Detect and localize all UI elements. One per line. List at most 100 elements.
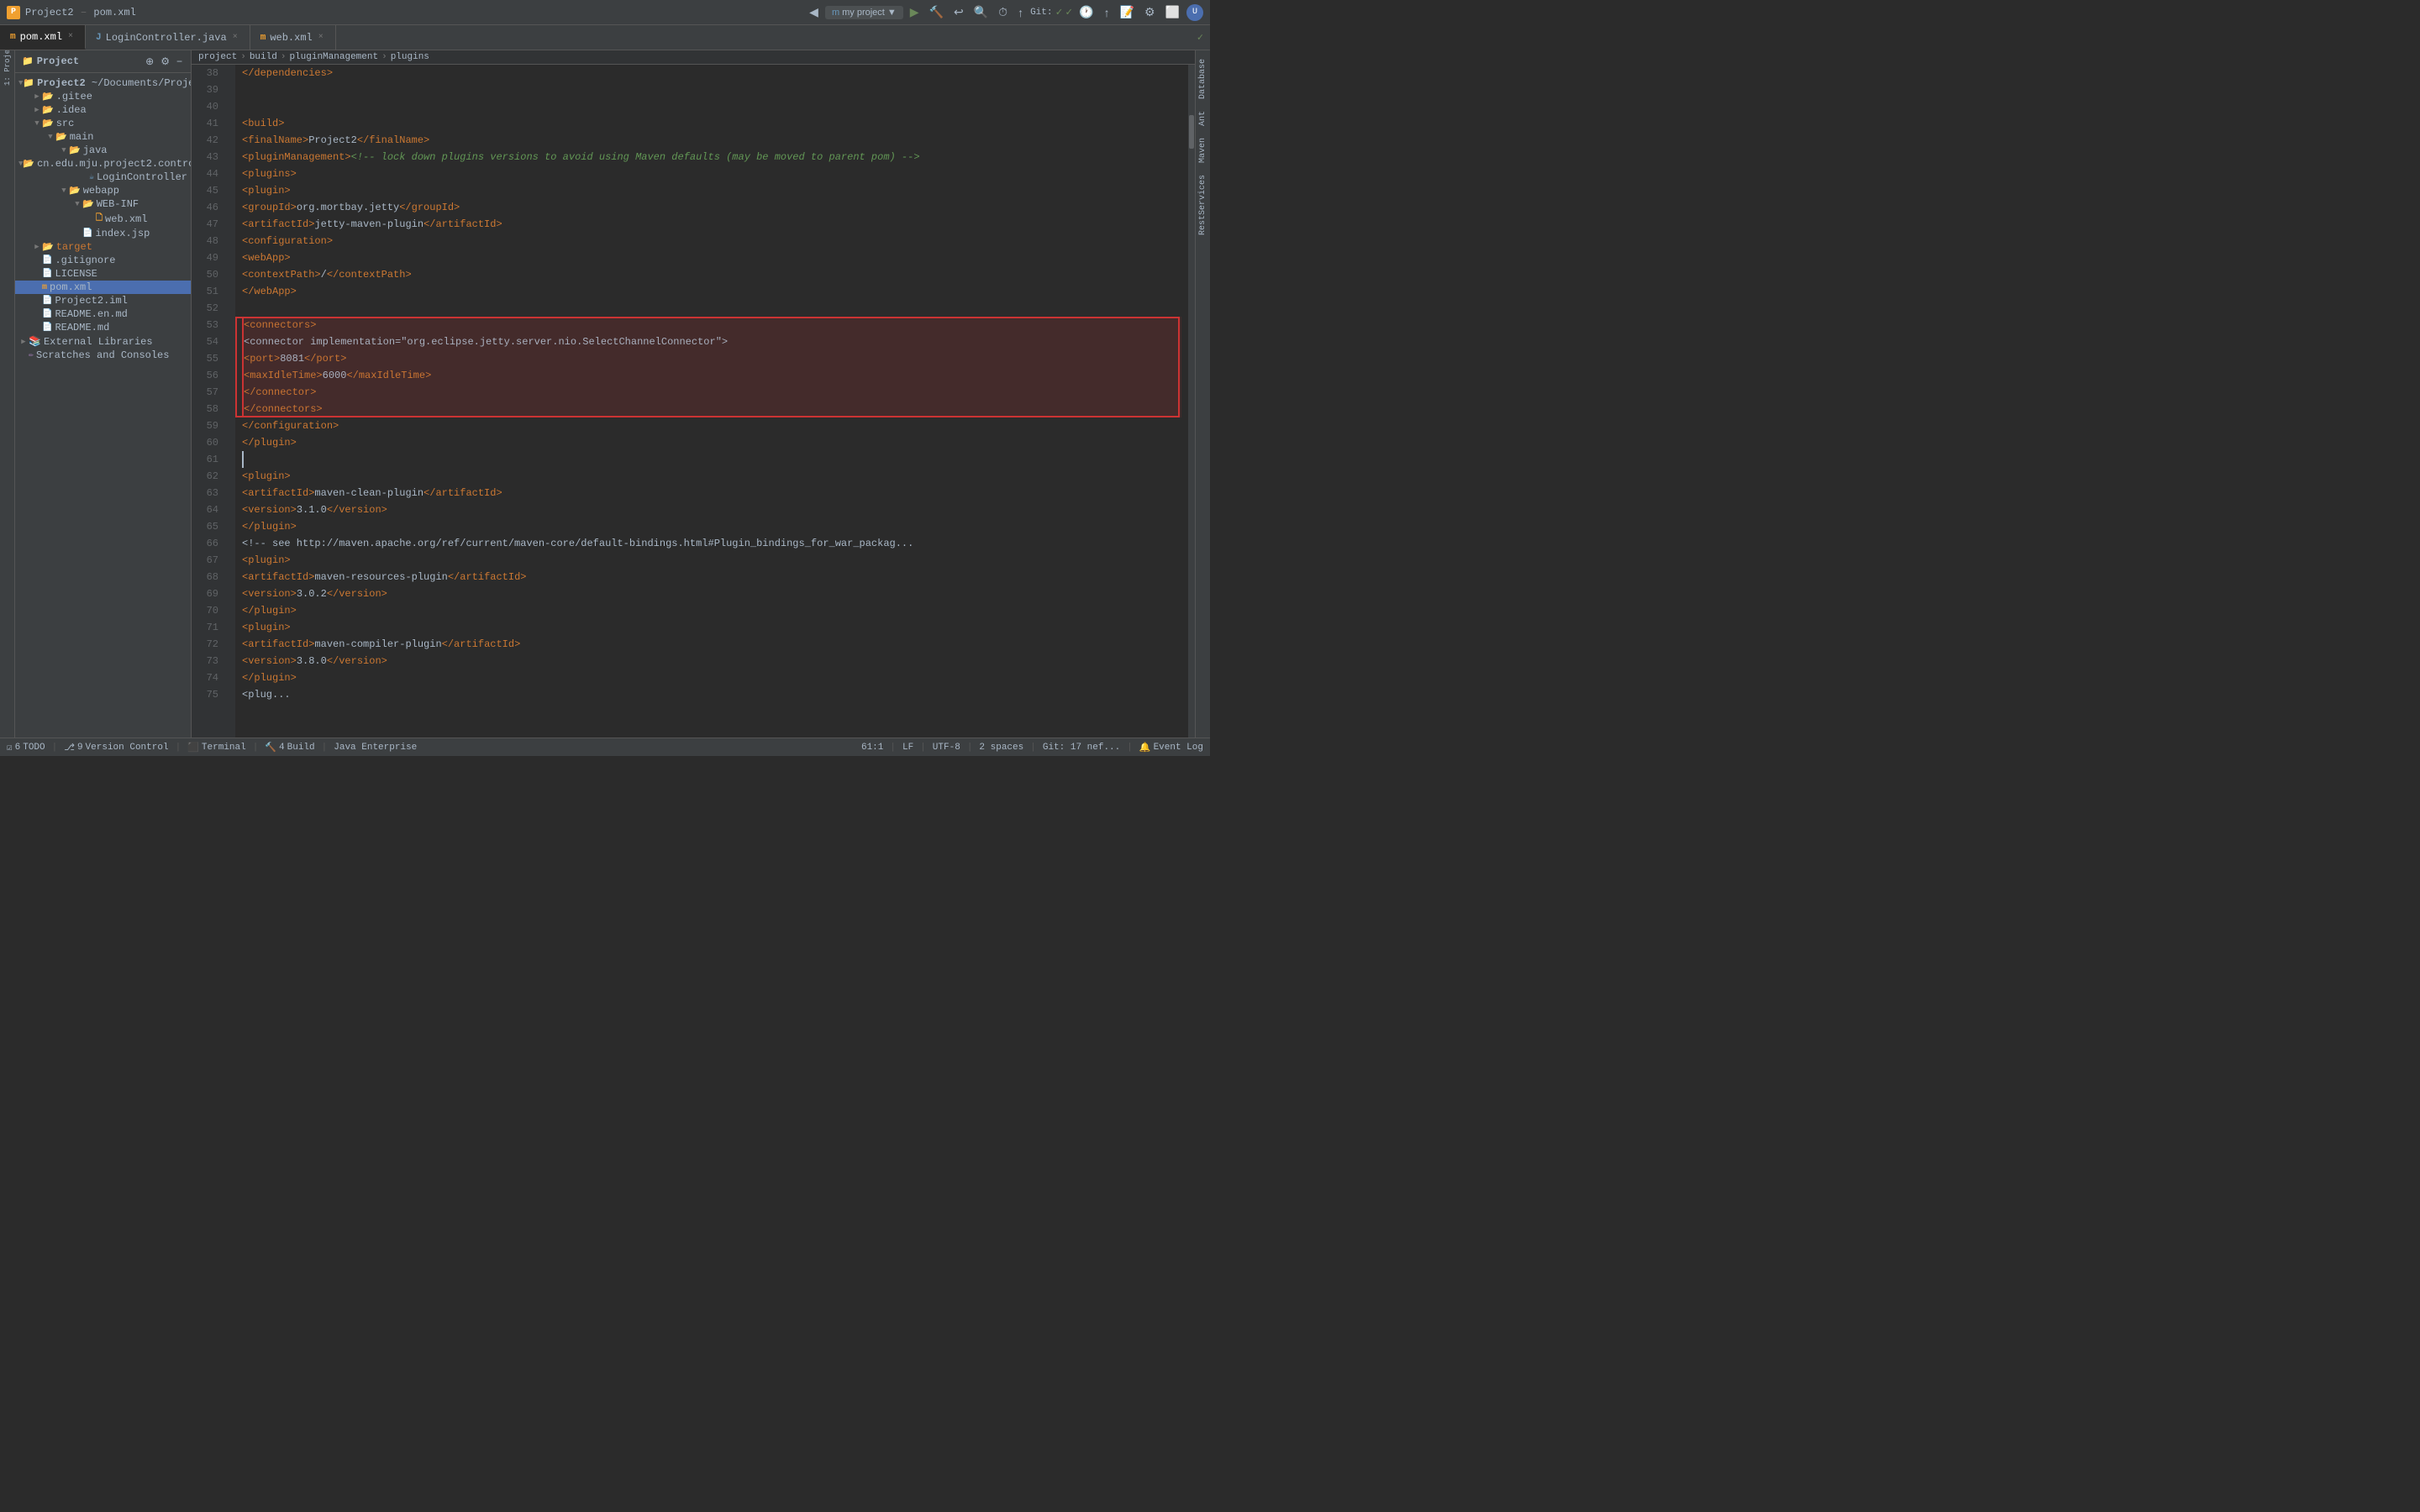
folder-icon-idea: 📂 [42,104,54,116]
jsp-icon: 📄 [82,228,92,239]
back-btn[interactable]: ◀ [806,3,822,21]
tree-item-indexjsp[interactable]: 📄 index.jsp [15,227,191,240]
vcs-btn[interactable]: ↑ [1014,4,1027,21]
tree-label-readme: README.md [55,322,109,333]
tree-label-logincontroller: LoginController [97,171,187,183]
folder-icon-src: 📂 [42,118,54,129]
gutter [225,65,235,738]
tree-arrow-webapp [59,186,69,195]
tree-item-license[interactable]: 📄 LICENSE [15,267,191,281]
tree-item-main[interactable]: 📂 main [15,130,191,144]
editor-area: project › build › pluginManagement › plu… [192,50,1195,738]
tree-item-readme[interactable]: 📄 README.md [15,321,191,334]
status-terminal[interactable]: ⬛ Terminal [187,742,246,753]
tree-item-target[interactable]: 📂 target [15,240,191,254]
tree-item-webxml[interactable]: 🗋 web.xml [15,211,191,227]
top-bar-right: ◀ m my project ▼ ▶ 🔨 ↩ 🔍 ⏱ ↑ Git: ✓ ✓ 🕐 … [806,3,1203,21]
tab-pom-close[interactable]: × [66,32,75,41]
sidebar-minimize-btn[interactable]: − [175,54,184,69]
build-icon: 🔨 [265,742,276,753]
tree-label-idea: .idea [56,104,87,116]
tree-label-controller-pkg: cn.edu.mju.project2.controller [37,158,191,170]
tree-item-readme-en[interactable]: 📄 README.en.md [15,307,191,321]
tab-login-close[interactable]: × [231,33,239,42]
window-btn[interactable]: ⬜ [1162,3,1183,21]
tree-item-ext-libs[interactable]: 📚 External Libraries [15,334,191,349]
editor-right-icons: ✓ [1191,25,1210,50]
project-name-label: Project2 [25,7,74,18]
build-btn[interactable]: 🔨 [926,3,947,21]
breadcrumb-pluginmgmt[interactable]: pluginManagement [289,52,378,62]
rerun-btn[interactable]: ↩ [950,3,967,21]
tree-item-webapp[interactable]: 📂 webapp [15,184,191,197]
tree-arrow-target [32,243,42,251]
tree-item-project2[interactable]: 📁 Project2 ~/Documents/Project2 [15,76,191,90]
tree-item-idea[interactable]: 📂 .idea [15,103,191,117]
file-icon-gitignore: 📄 [42,255,52,265]
scroll-thumb[interactable] [1189,115,1194,149]
tree-item-pomxml[interactable]: m pom.xml [15,281,191,294]
left-vertical-toolbar: 1: Project [0,50,15,738]
tree-label-indexjsp: index.jsp [95,228,150,239]
java-file-icon: ☕ [89,172,94,182]
tab-web-xml[interactable]: m web.xml × [250,25,336,50]
maven-icon: m [832,8,839,18]
scrollbar[interactable] [1188,65,1195,738]
tree-item-controller-pkg[interactable]: 📂 cn.edu.mju.project2.controller [15,157,191,171]
annotate-btn[interactable]: 📝 [1117,3,1138,21]
sidebar-sync-btn[interactable]: ⊕ [144,54,155,69]
folder-icon-gitee: 📂 [42,91,54,102]
right-panel-maven[interactable]: Maven [1197,133,1209,168]
recent-btn[interactable]: ⏱ [995,3,1011,21]
line-numbers: 3839404142434445464748495051525354555657… [192,65,225,738]
user-avatar[interactable]: U [1186,4,1203,21]
search-btn[interactable]: 🔍 [971,3,992,21]
breadcrumb-plugins[interactable]: plugins [391,52,429,62]
breadcrumb-build[interactable]: build [250,52,277,62]
breadcrumb-project[interactable]: project [198,52,237,62]
tree-label-scratches: Scratches and Consoles [36,349,169,361]
tree-item-gitignore[interactable]: 📄 .gitignore [15,254,191,267]
right-panel-restservices[interactable]: RestServices [1197,170,1209,240]
right-panel-database[interactable]: Database [1197,54,1209,104]
tree-item-iml[interactable]: 📄 Project2.iml [15,294,191,307]
push-btn[interactable]: ↑ [1101,4,1113,21]
run-btn[interactable]: ▶ [907,3,923,21]
status-todo[interactable]: ☑ 6 TODO [7,742,45,753]
tab-pom-xml[interactable]: m pom.xml × [0,25,86,50]
tree-item-scratches[interactable]: ✏ Scratches and Consoles [15,349,191,362]
project-side-icon[interactable]: 1: Project [2,57,13,69]
tab-web-close[interactable]: × [317,33,325,42]
git-check-icon: ✓ [1065,6,1072,18]
status-sep9: | [1127,743,1133,753]
tree-item-java[interactable]: 📂 java [15,144,191,157]
status-sep5: | [890,743,896,753]
status-sep7: | [967,743,973,753]
project-btn[interactable]: m my project ▼ [825,6,903,19]
folder-icon-webinf: 📂 [82,198,94,210]
terminal-icon: ⬛ [187,742,199,753]
status-build[interactable]: 🔨 4 Build [265,742,314,753]
status-event-log[interactable]: 🔔 Event Log [1139,742,1203,753]
tab-login-controller[interactable]: J LoginController.java × [86,25,250,50]
status-vc[interactable]: ⎇ 9 Version Control [64,742,168,753]
sidebar-gear-icon[interactable]: ⚙ [159,54,171,69]
tree-arrow-idea [32,106,42,114]
tree-item-gitee[interactable]: 📂 .gitee [15,90,191,103]
history-btn[interactable]: 🕐 [1076,3,1097,21]
code-area[interactable]: </dependencies> <build> <finalName>Proje… [235,65,1188,738]
status-sep1: | [52,743,58,753]
breadcrumb-sep2: › [281,52,287,62]
status-java-enterprise[interactable]: Java Enterprise [334,743,417,753]
java-icon: J [96,33,102,43]
tree-item-webinf[interactable]: 📂 WEB-INF [15,197,191,211]
encoding: UTF-8 [933,743,960,753]
tree-item-logincontroller[interactable]: ☕ LoginController [15,171,191,184]
git-status-checkmark: ✓ [1197,31,1203,44]
sidebar-title: Project [37,55,140,67]
scratch-icon: ✏ [29,350,34,360]
settings-gear-icon[interactable]: ⚙ [1141,3,1159,21]
tree-item-src[interactable]: 📂 src [15,117,191,130]
right-panel-ant[interactable]: Ant [1197,106,1209,131]
tab-pom-label: pom.xml [20,31,62,43]
